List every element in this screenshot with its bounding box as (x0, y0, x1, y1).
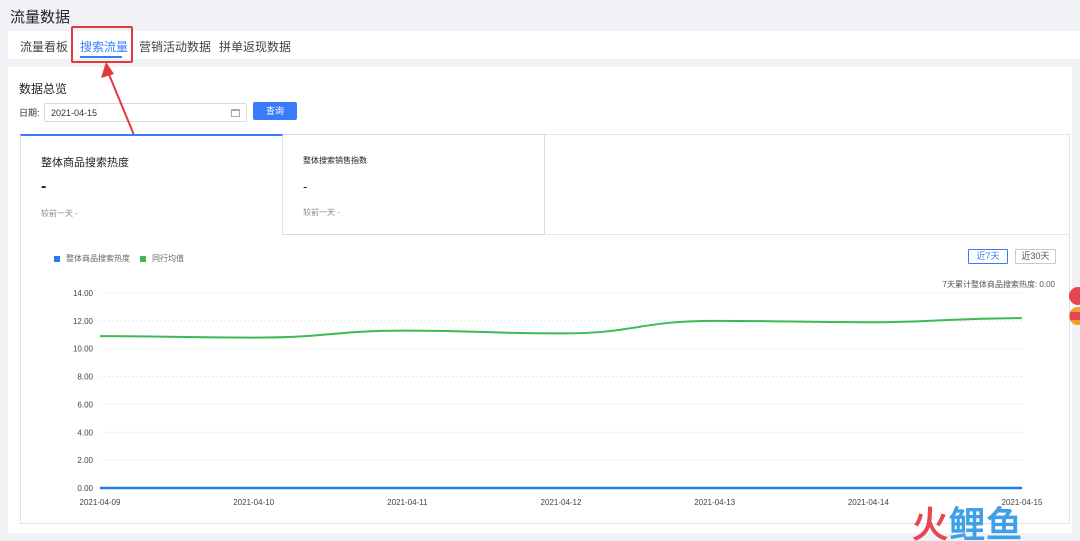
metric-card-search-heat[interactable]: 整体商品搜索热度 - 较前一天 - (20, 134, 283, 236)
y-tick-label: 10.00 (73, 345, 94, 354)
y-tick-label: 2.00 (77, 456, 93, 465)
x-tick-label: 2021-04-14 (848, 498, 889, 507)
x-tick-label: 2021-04-09 (80, 498, 121, 507)
annotation-arrow-head (101, 62, 114, 78)
x-tick-label: 2021-04-13 (694, 498, 735, 507)
card-value: - (41, 178, 47, 195)
x-tick-label: 2021-04-11 (387, 498, 428, 507)
y-tick-label: 14.00 (73, 289, 94, 298)
card-compare: 较前一天 - (41, 209, 78, 218)
y-tick-label: 8.00 (77, 373, 93, 382)
x-tick-label: 2021-04-12 (541, 498, 582, 507)
card-title: 整体商品搜索热度 (41, 157, 129, 169)
watermark-logo: 火鲤鱼 (912, 504, 1024, 541)
x-tick-label: 2021-04-10 (233, 498, 274, 507)
line-chart: 0.00 2.00 4.00 6.00 8.00 10.00 12.00 14.00 2021… (73, 62, 1043, 507)
y-tick-label: 4.00 (77, 428, 93, 437)
y-tick-label: 6.00 (77, 400, 93, 409)
floating-badge-icon[interactable] (1064, 286, 1080, 336)
y-tick-label: 12.00 (73, 317, 94, 326)
y-tick-label: 0.00 (77, 484, 93, 493)
